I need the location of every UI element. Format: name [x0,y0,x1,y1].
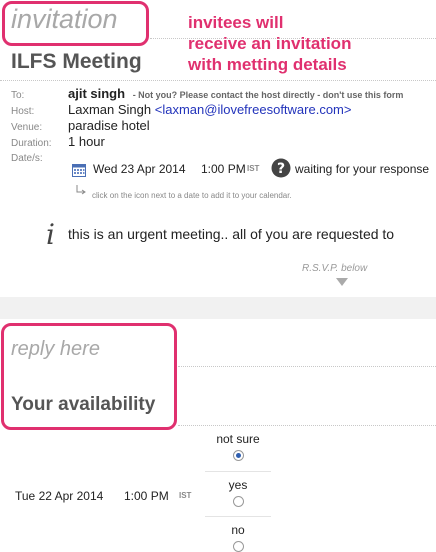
divider [0,80,436,81]
info-icon: i [46,218,55,251]
option-yes-label: yes [228,478,248,492]
invite-timezone: IST [247,164,260,173]
to-note: - Not you? Please contact the host direc… [132,90,404,100]
highlight-box-invitation [2,1,149,46]
availability-heading: Your availability [11,394,156,415]
host-row: Laxman Singh <laxman@ilovefreesoftware.c… [68,102,351,117]
reply-timezone: IST [179,491,192,500]
reply-time: 1:00 PM [124,489,169,503]
to-row: ajit singh - Not you? Please contact the… [68,86,403,101]
down-arrow-icon [336,278,348,286]
radio-no[interactable] [232,541,244,552]
reply-date: Tue 22 Apr 2014 [15,489,104,503]
invite-time: 1:00 PM [201,162,246,176]
host-name: Laxman Singh [68,102,152,117]
callout-line: with metting details [188,55,347,74]
dates-label: Date/s: [11,153,43,164]
calendar-hint: click on the icon next to a date to add … [92,191,292,200]
rsvp-label: R.S.V.P. below [302,263,368,274]
divider [205,471,271,472]
callout-annotation: invitees will receive an invitation with… [188,12,351,75]
radio-yes[interactable] [232,496,244,507]
svg-text:?: ? [277,161,285,177]
callout-line: receive an invitation [188,34,352,53]
option-yes[interactable]: yes [205,478,271,507]
section-separator [0,297,436,319]
calendar-icon[interactable] [72,163,86,177]
option-no-label: no [231,523,245,537]
duration-value: 1 hour [68,134,105,149]
invite-date: Wed 23 Apr 2014 [93,162,186,176]
meeting-title: ILFS Meeting [11,50,142,73]
to-label: To: [11,90,25,101]
divider [205,516,271,517]
response-status: waiting for your response [295,162,430,176]
duration-label: Duration: [11,138,52,149]
callout-line: invitees will [188,13,284,32]
divider [178,366,436,367]
radio-not-sure[interactable] [232,450,244,461]
meeting-message: this is an urgent meeting.. all of you a… [68,226,395,242]
host-label: Host: [11,106,35,117]
option-not-sure[interactable]: not sure [205,432,271,461]
host-email-link[interactable]: <laxman@ilovefreesoftware.com> [155,102,352,117]
venue-value: paradise hotel [68,118,150,133]
venue-label: Venue: [11,122,43,133]
divider [178,425,436,426]
question-icon: ? [271,158,291,178]
arrow-icon [76,182,86,195]
reply-section-title: reply here [11,338,100,360]
option-not-sure-label: not sure [216,432,260,446]
to-value: ajit singh [68,86,126,101]
